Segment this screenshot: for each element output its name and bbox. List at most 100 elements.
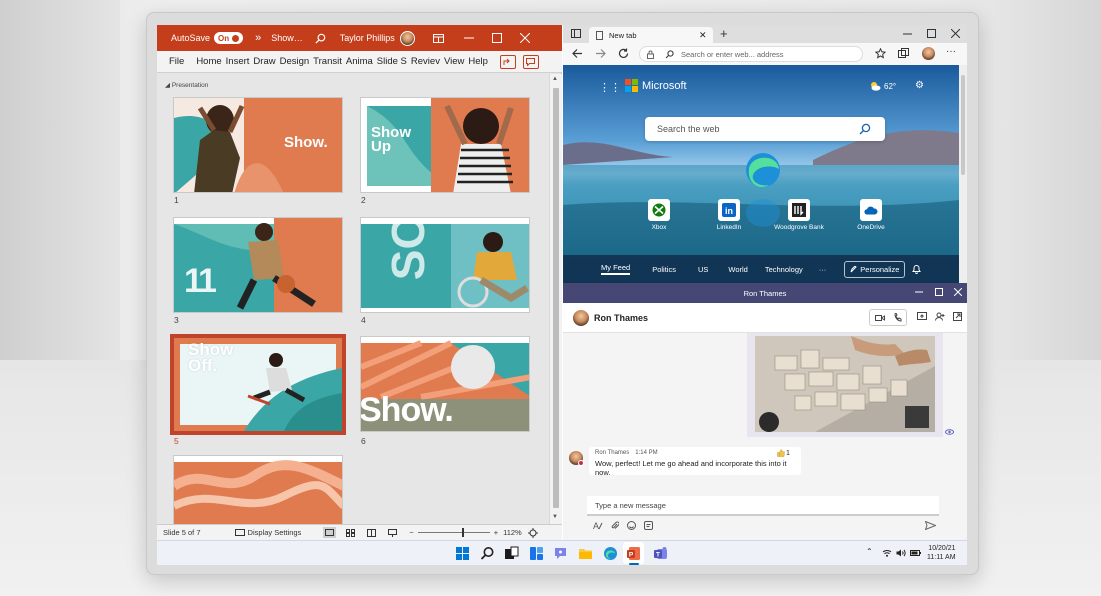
chat-message[interactable]: Ron Thames 1:14 PM Wow, perfect! Let me … [589,447,801,477]
widgets-icon[interactable] [529,546,544,561]
teams-chat-icon[interactable] [553,546,568,561]
personalize-button[interactable]: Personalize [844,260,906,278]
slide-thumbnail-4[interactable]: SO [360,217,530,313]
address-bar[interactable]: Search or enter web... address [639,46,863,62]
slides-scrollbar[interactable]: ▲ ▼ [549,74,562,524]
menu-help[interactable]: Help [466,56,490,67]
edge-browser-icon[interactable] [603,546,618,561]
collections-icon[interactable] [898,48,909,59]
web-search-box[interactable]: Search the web [645,117,885,141]
feed-tab-us[interactable]: US [698,265,708,274]
battery-icon[interactable] [910,550,921,556]
compose-box[interactable]: Type a new message [587,496,939,516]
wifi-icon[interactable] [882,549,892,557]
tab-close-icon[interactable]: ✕ [699,30,707,41]
teams-app-icon[interactable]: T [653,546,668,561]
shared-photo-message[interactable] [747,333,943,437]
emoji-icon[interactable] [627,521,636,530]
reading-view-icon[interactable] [367,528,377,537]
teams-minimize-icon[interactable] [915,288,923,296]
tab-new-tab[interactable]: New tab ✕ [589,27,713,43]
profile-avatar[interactable] [922,47,935,60]
sticker-icon[interactable] [644,521,653,530]
user-avatar[interactable] [399,30,415,46]
task-view-icon[interactable] [504,546,519,561]
more-menu-icon[interactable]: ··· [946,46,956,57]
weather-widget[interactable]: 62° [869,81,896,91]
slideshow-icon[interactable] [388,528,398,537]
attach-icon[interactable] [611,521,619,530]
edge-scrollbar-thumb[interactable] [961,75,965,175]
send-icon[interactable] [925,521,936,530]
file-explorer-icon[interactable] [578,546,593,561]
share-screen-icon[interactable] [917,312,927,321]
minimize-icon[interactable] [463,33,474,43]
zoom-out-button[interactable]: − [409,528,413,537]
menu-design[interactable]: Design [278,56,312,67]
close-icon[interactable] [519,33,530,43]
zoom-in-button[interactable]: + [494,528,498,537]
menu-home[interactable]: Home [194,56,223,67]
zoom-slider-thumb[interactable] [461,528,464,537]
menu-draw[interactable]: Draw [251,56,277,67]
clock[interactable]: 10/20/21 11:11 AM [927,544,956,562]
reaction-like[interactable]: 1 [777,449,790,457]
search-icon[interactable] [315,33,326,44]
zoom-slider[interactable] [417,528,490,537]
tab-actions-icon[interactable] [571,29,581,38]
feed-tab-technology[interactable]: Technology [765,265,803,274]
feed-tab-my-feed[interactable]: My Feed [601,263,631,275]
feed-more-button[interactable]: ··· [819,265,827,274]
menu-file[interactable]: File [167,56,186,67]
fit-to-window-icon[interactable] [527,527,538,538]
menu-insert[interactable]: Insert [224,56,252,67]
format-icon[interactable]: A [593,521,603,530]
popout-icon[interactable] [953,312,962,321]
edge-close-icon[interactable] [951,29,960,38]
section-header[interactable]: ◢ Presentation [165,81,208,89]
teams-maximize-icon[interactable] [935,288,943,296]
document-title[interactable]: Show… [271,33,303,43]
slide-thumbnail-6[interactable]: Show. [360,336,530,432]
autosave-toggle[interactable]: On [214,32,244,44]
volume-icon[interactable] [896,549,906,557]
menu-animations[interactable]: Anima [344,56,375,67]
overflow-button[interactable]: » [255,32,261,44]
ribbon-display-icon[interactable] [432,33,444,43]
slide-thumbnail-2[interactable]: Show Up [360,97,530,193]
web-search-input[interactable]: Search the web [657,124,720,134]
menu-review[interactable]: Reviev [409,56,442,67]
back-icon[interactable] [572,48,583,59]
normal-view-icon[interactable] [323,527,337,538]
feed-tab-politics[interactable]: Politics [652,265,676,274]
share-icon[interactable] [499,54,516,69]
contact-name[interactable]: Ron Thames [594,313,648,323]
display-settings-button[interactable]: Display Settings [234,528,301,537]
comments-icon[interactable] [522,54,539,69]
refresh-icon[interactable] [618,48,629,59]
quick-link-xbox[interactable]: Xbox [629,199,689,231]
contact-avatar[interactable] [573,309,589,326]
maximize-icon[interactable] [491,33,502,43]
scroll-up-icon[interactable]: ▲ [552,76,558,82]
feed-tab-world[interactable]: World [728,265,747,274]
taskbar-search-icon[interactable] [480,546,495,561]
slide-thumbnail-3[interactable]: 11 [173,217,343,313]
audio-call-icon[interactable] [893,313,902,322]
zoom-level[interactable]: 112% [503,528,522,537]
edge-scrollbar[interactable] [959,65,967,283]
start-windows-icon[interactable] [455,546,470,561]
scroll-down-icon[interactable]: ▼ [552,514,558,520]
slide-sorter-icon[interactable] [346,528,356,537]
favorites-star-icon[interactable] [875,48,886,59]
quick-link-onedrive[interactable]: OneDrive [841,199,901,231]
edge-maximize-icon[interactable] [927,29,936,38]
powerpoint-app-icon[interactable]: P [626,546,641,561]
menu-slideshow[interactable]: Slide S [375,56,409,67]
slide-thumbnail-1[interactable]: Show. [173,97,343,193]
video-call-icon[interactable] [874,314,885,322]
add-people-icon[interactable] [935,312,945,321]
address-input[interactable]: Search or enter web... address [681,50,784,59]
menu-transitions[interactable]: Transit [311,56,344,67]
menu-view[interactable]: View [442,56,466,67]
